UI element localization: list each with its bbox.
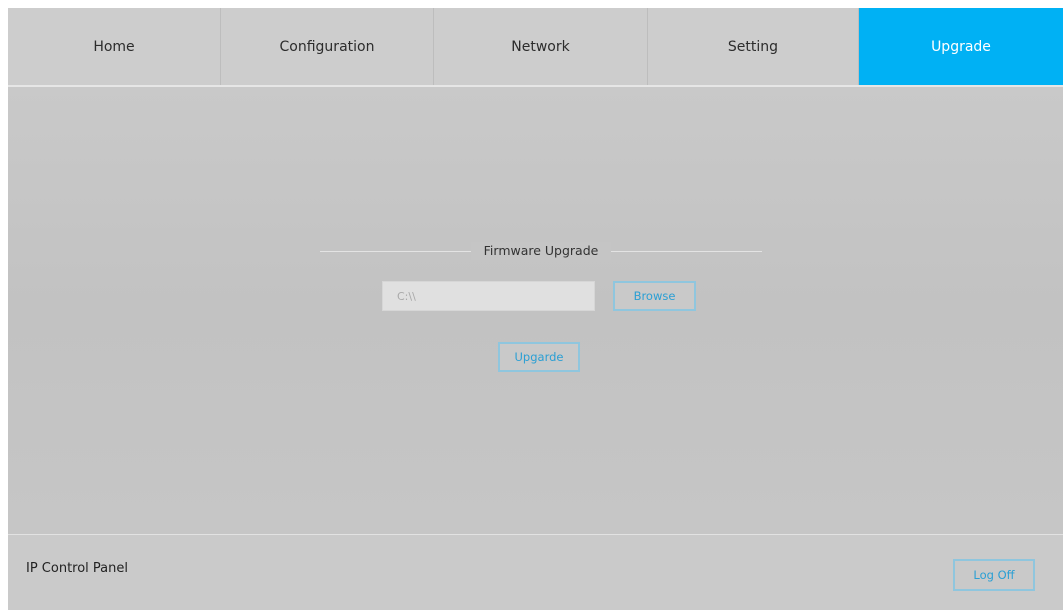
file-path-input[interactable] <box>382 281 595 311</box>
main-content: Firmware Upgrade Browse Upgarde <box>8 87 1063 532</box>
upgrade-button[interactable]: Upgarde <box>498 342 580 372</box>
log-off-button[interactable]: Log Off <box>953 559 1035 591</box>
tab-home-label: Home <box>93 38 135 55</box>
tab-network-label: Network <box>511 38 570 55</box>
app-frame: Home Configuration Network Setting Upgra… <box>8 8 1063 610</box>
footer-title: IP Control Panel <box>26 561 129 576</box>
tab-home[interactable]: Home <box>8 8 221 85</box>
top-nav: Home Configuration Network Setting Upgra… <box>8 8 1063 87</box>
section-title: Firmware Upgrade <box>471 242 611 260</box>
tab-configuration[interactable]: Configuration <box>221 8 434 85</box>
tab-network[interactable]: Network <box>434 8 648 85</box>
tab-upgrade-label: Upgrade <box>931 38 991 55</box>
tab-setting[interactable]: Setting <box>648 8 859 85</box>
tab-configuration-label: Configuration <box>279 38 375 55</box>
footer-bar: IP Control Panel Log Off <box>8 534 1063 610</box>
tab-upgrade[interactable]: Upgrade <box>859 8 1063 85</box>
file-select-row: Browse <box>382 281 696 311</box>
firmware-upgrade-section: Firmware Upgrade Browse Upgarde <box>320 242 762 372</box>
browse-button[interactable]: Browse <box>613 281 696 311</box>
tab-setting-label: Setting <box>727 38 779 55</box>
